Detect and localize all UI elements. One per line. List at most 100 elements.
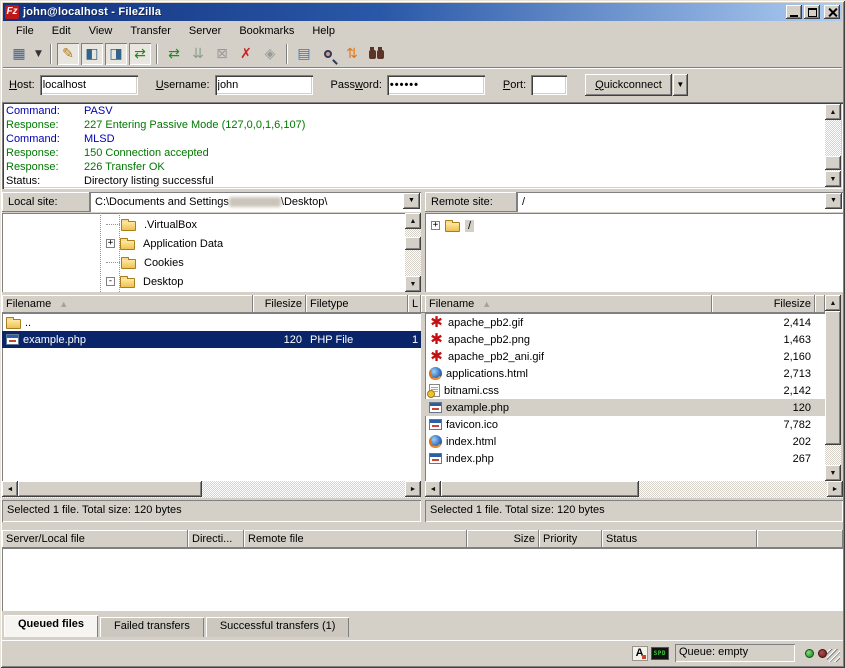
menu-transfer[interactable]: Transfer [121,22,180,41]
data-type-icon[interactable]: A [632,646,648,661]
remote-file-list[interactable]: ✱apache_pb2.gif2,414✱apache_pb2.png1,463… [425,313,825,481]
quickconnect-dropdown[interactable]: ▼ [673,74,688,96]
process-queue-button[interactable]: ⇊ [187,43,209,65]
column-header-filesize[interactable]: Filesize [253,295,306,313]
remote-hscrollbar[interactable]: ◄ ► [425,481,843,498]
expand-icon[interactable]: + [431,221,440,230]
scroll-down-icon[interactable]: ▼ [825,171,841,187]
titlebar[interactable]: Fz john@localhost - FileZilla [3,3,842,21]
column-header-filename[interactable]: Filename▲ [2,295,253,313]
queue-body[interactable] [2,548,843,611]
site-manager-button[interactable]: ▦ [8,43,30,65]
remote-site-combo[interactable]: / ▼ [517,192,843,212]
column-header-size[interactable]: Size [467,530,539,548]
toggle-remote-tree-button[interactable]: ◨ [105,43,127,65]
scroll-right-icon[interactable]: ► [405,481,421,497]
scroll-thumb[interactable] [825,311,841,445]
toggle-queue-button[interactable]: ⇄ [129,43,151,65]
column-header-status[interactable]: Status [602,530,757,548]
file-row[interactable]: favicon.ico7,782 [425,416,825,433]
chevron-down-icon[interactable]: ▼ [825,193,842,209]
quickconnect-button[interactable]: Quickconnect [585,74,672,96]
tree-item[interactable]: +Application Data [106,234,405,253]
toggle-message-log-button[interactable]: ✎ [57,43,79,65]
sync-browse-button[interactable]: ⇅ [341,43,363,65]
scroll-left-icon[interactable]: ◄ [2,481,18,497]
menu-help[interactable]: Help [303,22,344,41]
chevron-down-icon[interactable]: ▼ [403,193,420,209]
tab-queued-files[interactable]: Queued files [4,615,98,637]
resize-grip[interactable] [827,649,840,662]
remote-tree[interactable]: +/ [425,213,843,292]
local-hscrollbar[interactable]: ◄ ► [2,481,421,498]
menu-view[interactable]: View [80,22,122,41]
message-log[interactable]: Command:PASVResponse:227 Entering Passiv… [2,102,843,189]
menu-file[interactable]: File [7,22,43,41]
menu-edit[interactable]: Edit [43,22,80,41]
tab-failed-transfers[interactable]: Failed transfers [100,617,204,637]
reconnect-button[interactable]: ◈ [259,43,281,65]
scroll-thumb[interactable] [18,481,202,497]
column-header-l[interactable]: L [408,295,421,313]
column-header-filesize[interactable]: Filesize [712,295,815,313]
scroll-down-icon[interactable]: ▼ [405,276,421,292]
username-input[interactable] [215,75,313,95]
tree-item[interactable]: Cookies [106,253,405,272]
local-tree-scrollbar[interactable]: ▲ ▼ [405,213,421,292]
menu-bookmarks[interactable]: Bookmarks [230,22,303,41]
toggle-local-tree-button[interactable]: ◧ [81,43,103,65]
scroll-up-icon[interactable]: ▲ [405,213,421,229]
column-header-serverlocalfile[interactable]: Server/Local file [2,530,188,548]
speed-limit-icon[interactable]: SPD [651,647,669,660]
tree-item[interactable]: -Desktop [106,272,405,291]
file-row[interactable]: index.php267 [425,450,825,467]
scroll-thumb[interactable] [825,156,841,170]
file-row[interactable]: ✱apache_pb2.gif2,414 [425,314,825,331]
file-row[interactable]: ✱apache_pb2_ani.gif2,160 [425,348,825,365]
host-input[interactable] [40,75,138,95]
disconnect-button[interactable]: ✗ [235,43,257,65]
filter-button[interactable]: ▤ [293,43,315,65]
column-header-filetype[interactable]: Filetype [306,295,408,313]
file-row[interactable]: example.php120 [425,399,825,416]
scroll-thumb[interactable] [441,481,639,497]
file-row[interactable]: bitnami.css2,142 [425,382,825,399]
column-header-filename[interactable]: Filename▲ [425,295,712,313]
minimize-button[interactable] [786,5,802,19]
file-row[interactable]: example.php120PHP File1 [2,331,421,348]
tree-item[interactable]: +/ [431,216,843,235]
cell-size [253,314,306,331]
site-manager-dropdown[interactable]: ▼ [32,43,45,65]
refresh-button[interactable]: ⇄ [163,43,185,65]
tree-item[interactable]: .VirtualBox [106,215,405,234]
password-input[interactable] [387,75,485,95]
file-row[interactable]: applications.html2,713 [425,365,825,382]
cancel-button[interactable]: ⊠ [211,43,233,65]
compare-button[interactable] [317,43,339,65]
tab-successful-transfers-[interactable]: Successful transfers (1) [206,617,350,637]
log-scrollbar[interactable]: ▲ ▼ [825,104,841,187]
file-row[interactable]: index.html202 [425,433,825,450]
scroll-up-icon[interactable]: ▲ [825,104,841,120]
collapse-icon[interactable]: - [106,277,115,286]
file-row[interactable]: .. [2,314,421,331]
column-header-remotefile[interactable]: Remote file [244,530,467,548]
local-tree[interactable]: .VirtualBox+Application DataCookies-Desk… [2,213,405,292]
local-file-list[interactable]: ..example.php120PHP File1 [2,313,421,481]
close-button[interactable] [824,5,840,19]
scroll-thumb[interactable] [405,237,421,250]
scroll-down-icon[interactable]: ▼ [825,465,841,481]
port-input[interactable] [531,75,567,95]
menu-server[interactable]: Server [180,22,230,41]
file-row[interactable]: ✱apache_pb2.png1,463 [425,331,825,348]
scroll-left-icon[interactable]: ◄ [425,481,441,497]
scroll-right-icon[interactable]: ► [827,481,843,497]
expand-icon[interactable]: + [106,239,115,248]
column-header-priority[interactable]: Priority [539,530,602,548]
find-button[interactable] [365,43,387,65]
local-site-combo[interactable]: C:\Documents and Settings\Desktop\ ▼ [90,192,421,212]
column-header-directi[interactable]: Directi... [188,530,244,548]
scroll-up-icon[interactable]: ▲ [825,295,841,311]
remote-vscrollbar[interactable]: ▲ ▼ [825,295,841,481]
maximize-button[interactable] [804,5,820,19]
